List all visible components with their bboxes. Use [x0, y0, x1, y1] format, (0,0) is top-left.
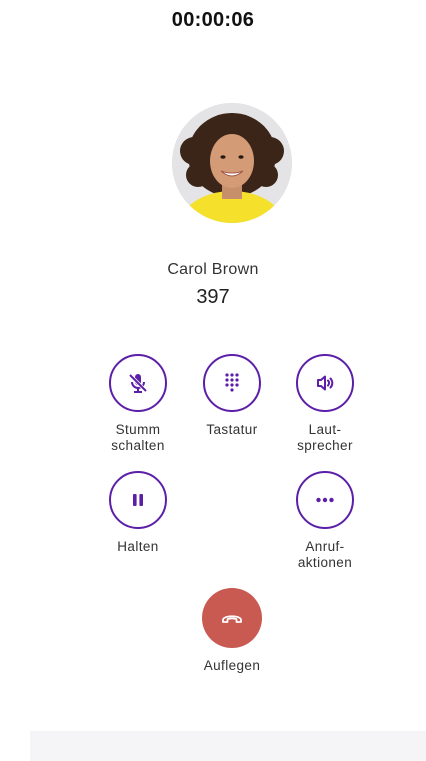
call-duration: 00:00:06	[171, 9, 255, 31]
mic-off-icon	[128, 373, 148, 393]
dialpad-icon	[225, 373, 239, 392]
call-end-icon	[222, 615, 242, 623]
caller-avatar	[172, 103, 292, 223]
mute-button[interactable]	[109, 354, 167, 412]
call-actions-label: Anruf- aktionen	[297, 539, 353, 570]
bottom-bar	[30, 731, 426, 761]
caller-name: Carol Brown	[167, 261, 259, 278]
caller-number: 397	[196, 286, 230, 308]
hangup-button[interactable]	[202, 588, 262, 648]
call-actions-button[interactable]	[296, 471, 354, 529]
speaker-icon	[317, 375, 334, 391]
hangup-action: Auflegen	[182, 588, 282, 674]
mute-label: Stumm schalten	[111, 422, 165, 453]
hold-button[interactable]	[109, 471, 167, 529]
keypad-action: Tastatur	[182, 354, 282, 438]
speaker-label: Laut- sprecher	[297, 422, 353, 453]
pause-icon	[133, 494, 143, 506]
speaker-button[interactable]	[296, 354, 354, 412]
keypad-button[interactable]	[203, 354, 261, 412]
hangup-label: Auflegen	[203, 658, 261, 673]
speaker-action: Laut- sprecher	[275, 354, 375, 454]
hold-action: Halten	[88, 471, 188, 555]
call-actions-action: Anruf- aktionen	[275, 471, 375, 571]
keypad-label: Tastatur	[206, 422, 258, 437]
more-horizontal-icon	[316, 497, 334, 503]
mute-action: Stumm schalten	[88, 354, 188, 454]
hold-label: Halten	[117, 539, 159, 554]
